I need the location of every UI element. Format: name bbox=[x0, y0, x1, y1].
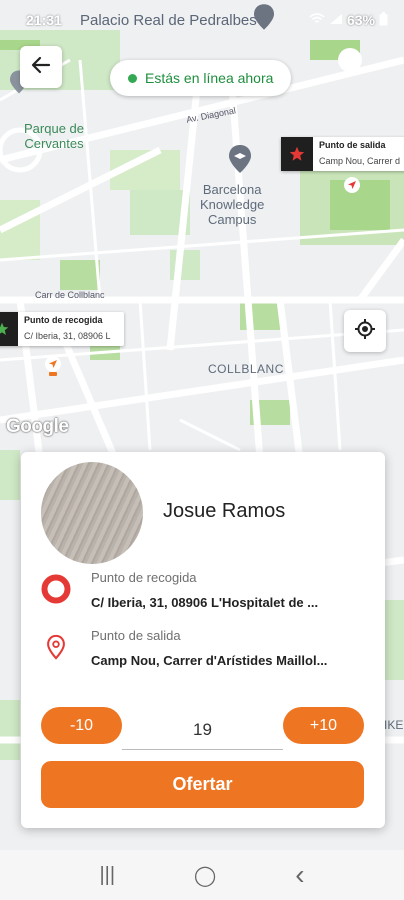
location-pin-icon bbox=[41, 632, 71, 662]
palace-pin-icon bbox=[254, 4, 274, 35]
offer-button[interactable]: Ofertar bbox=[41, 761, 364, 808]
home-button[interactable]: ◯ bbox=[194, 863, 216, 888]
crosshair-icon bbox=[354, 318, 376, 345]
dropoff-pin-icon bbox=[343, 176, 361, 199]
my-location-button[interactable] bbox=[344, 310, 386, 352]
system-navbar: ||| ◯ ‹ bbox=[0, 850, 404, 900]
passenger-name: Josue Ramos bbox=[163, 500, 286, 522]
passenger-avatar bbox=[41, 462, 143, 564]
increase-price-button[interactable]: +10 bbox=[283, 707, 364, 744]
arrow-left-icon bbox=[31, 55, 51, 80]
pickup-ring-icon bbox=[41, 574, 71, 604]
dropoff-marker-subtitle: Camp Nou, Carrer d bbox=[319, 156, 401, 166]
online-dot-icon bbox=[128, 73, 137, 83]
online-status-pill: Estás en línea ahora bbox=[110, 60, 292, 96]
decrease-price-button[interactable]: -10 bbox=[41, 707, 122, 744]
pickup-pin-icon bbox=[44, 355, 62, 382]
map-label-carrer-collblanc: Carr de Collblanc bbox=[35, 290, 105, 300]
pickup-label: Punto de recogida bbox=[91, 570, 197, 585]
recents-button[interactable]: ||| bbox=[99, 864, 115, 887]
online-status-text: Estás en línea ahora bbox=[145, 70, 274, 86]
pickup-marker-title: Punto de recogida bbox=[24, 315, 103, 325]
star-outline-icon bbox=[0, 312, 18, 346]
price-input[interactable]: 19 bbox=[122, 710, 283, 750]
battery-icon bbox=[379, 11, 388, 29]
pickup-address: C/ Iberia, 31, 08906 L'Hospitalet de ... bbox=[91, 595, 319, 610]
map-label-right-edge: IKE bbox=[384, 718, 404, 732]
dropoff-marker-title: Punto de salida bbox=[319, 140, 386, 150]
dropoff-address: Camp Nou, Carrer d'Arístides Maillol... bbox=[91, 653, 328, 668]
signal-icon bbox=[329, 12, 343, 28]
status-bar: 21:31 Palacio Real de Pedralbes 63% bbox=[0, 0, 404, 40]
trip-offer-card: Josue Ramos Punto de recogida C/ Iberia,… bbox=[21, 452, 385, 828]
pickup-marker-card[interactable]: Punto de recogida C/ Iberia, 31, 08906 L bbox=[0, 312, 124, 346]
map-label-collblanc: COLLBLANC bbox=[208, 362, 284, 376]
back-button[interactable] bbox=[20, 46, 62, 88]
dropoff-label: Punto de salida bbox=[91, 628, 181, 643]
dropoff-marker-card[interactable]: Punto de salida Camp Nou, Carrer d bbox=[281, 137, 404, 171]
map-label-palacio: Palacio Real de Pedralbes bbox=[80, 12, 257, 29]
university-pin-icon bbox=[229, 145, 251, 178]
map-label-knowledge-campus: Barcelona Knowledge Campus bbox=[200, 182, 265, 227]
map-label-parque: Parque de Cervantes bbox=[24, 121, 84, 151]
battery-text: 63% bbox=[346, 12, 375, 28]
pickup-row: Punto de recogida C/ Iberia, 31, 08906 L… bbox=[41, 570, 371, 614]
pickup-marker-subtitle: C/ Iberia, 31, 08906 L bbox=[24, 331, 111, 341]
nav-back-button[interactable]: ‹ bbox=[295, 859, 304, 891]
wifi-icon bbox=[309, 12, 325, 28]
dropoff-row: Punto de salida Camp Nou, Carrer d'Aríst… bbox=[41, 628, 371, 672]
status-time: 21:31 bbox=[26, 12, 62, 28]
star-icon bbox=[281, 137, 313, 171]
google-logo: Google bbox=[6, 416, 69, 437]
